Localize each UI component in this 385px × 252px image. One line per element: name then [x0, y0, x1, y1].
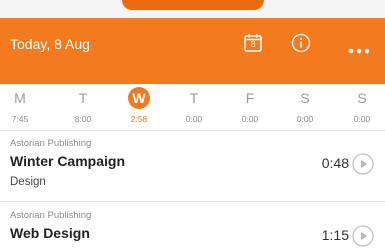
more-icon[interactable] [347, 41, 371, 54]
day-letter: S [300, 90, 310, 106]
day-letter: W [132, 90, 146, 106]
date-title[interactable]: Today, 8 Aug [10, 36, 90, 52]
day-sat[interactable]: S 0:00 [285, 84, 325, 130]
status-bar [0, 0, 385, 18]
entry-project: Web Design [10, 225, 90, 241]
day-total: 2:58 [130, 114, 148, 124]
day-letter: T [189, 90, 199, 106]
day-wed[interactable]: W 2:58 [119, 84, 159, 130]
day-tue[interactable]: T 8:00 [63, 84, 103, 130]
day-total: 0:00 [185, 114, 203, 124]
day-total: 0:00 [296, 114, 314, 124]
time-entry-row[interactable]: Astorian Publishing Web Design 1:15 [0, 202, 385, 252]
day-total: 7:45 [11, 114, 29, 124]
entry-duration: 0:48 [321, 155, 349, 171]
entry-duration: 1:15 [321, 227, 349, 243]
info-icon[interactable] [291, 33, 311, 53]
status-bar-notch [122, 0, 264, 10]
entry-client: Astorian Publishing [10, 210, 92, 221]
entry-task: Design [10, 176, 46, 188]
play-icon [352, 153, 374, 175]
day-letter: F [245, 90, 255, 106]
day-thu[interactable]: T 0:00 [174, 84, 214, 130]
play-button[interactable] [352, 225, 374, 247]
calendar-icon[interactable]: 8 [243, 33, 263, 52]
day-letter: S [357, 90, 367, 106]
play-icon [352, 225, 374, 247]
day-total: 0:00 [241, 114, 259, 124]
play-button[interactable] [352, 153, 374, 175]
day-mon[interactable]: M 7:45 [0, 84, 40, 130]
calendar-day-number: 8 [250, 39, 256, 49]
entry-client: Astorian Publishing [10, 138, 92, 149]
day-letter: M [14, 90, 26, 106]
time-entry-row[interactable]: Astorian Publishing Winter Campaign Desi… [0, 131, 385, 194]
day-total: 0:00 [353, 114, 371, 124]
day-sun[interactable]: S 0:00 [342, 84, 382, 130]
day-total: 8:00 [74, 114, 92, 124]
entry-project: Winter Campaign [10, 153, 125, 169]
day-letter: T [78, 90, 88, 106]
week-strip: M 7:45 T 8:00 W 2:58 T 0:00 F 0:00 S 0:0… [0, 84, 385, 130]
day-fri[interactable]: F 0:00 [230, 84, 270, 130]
